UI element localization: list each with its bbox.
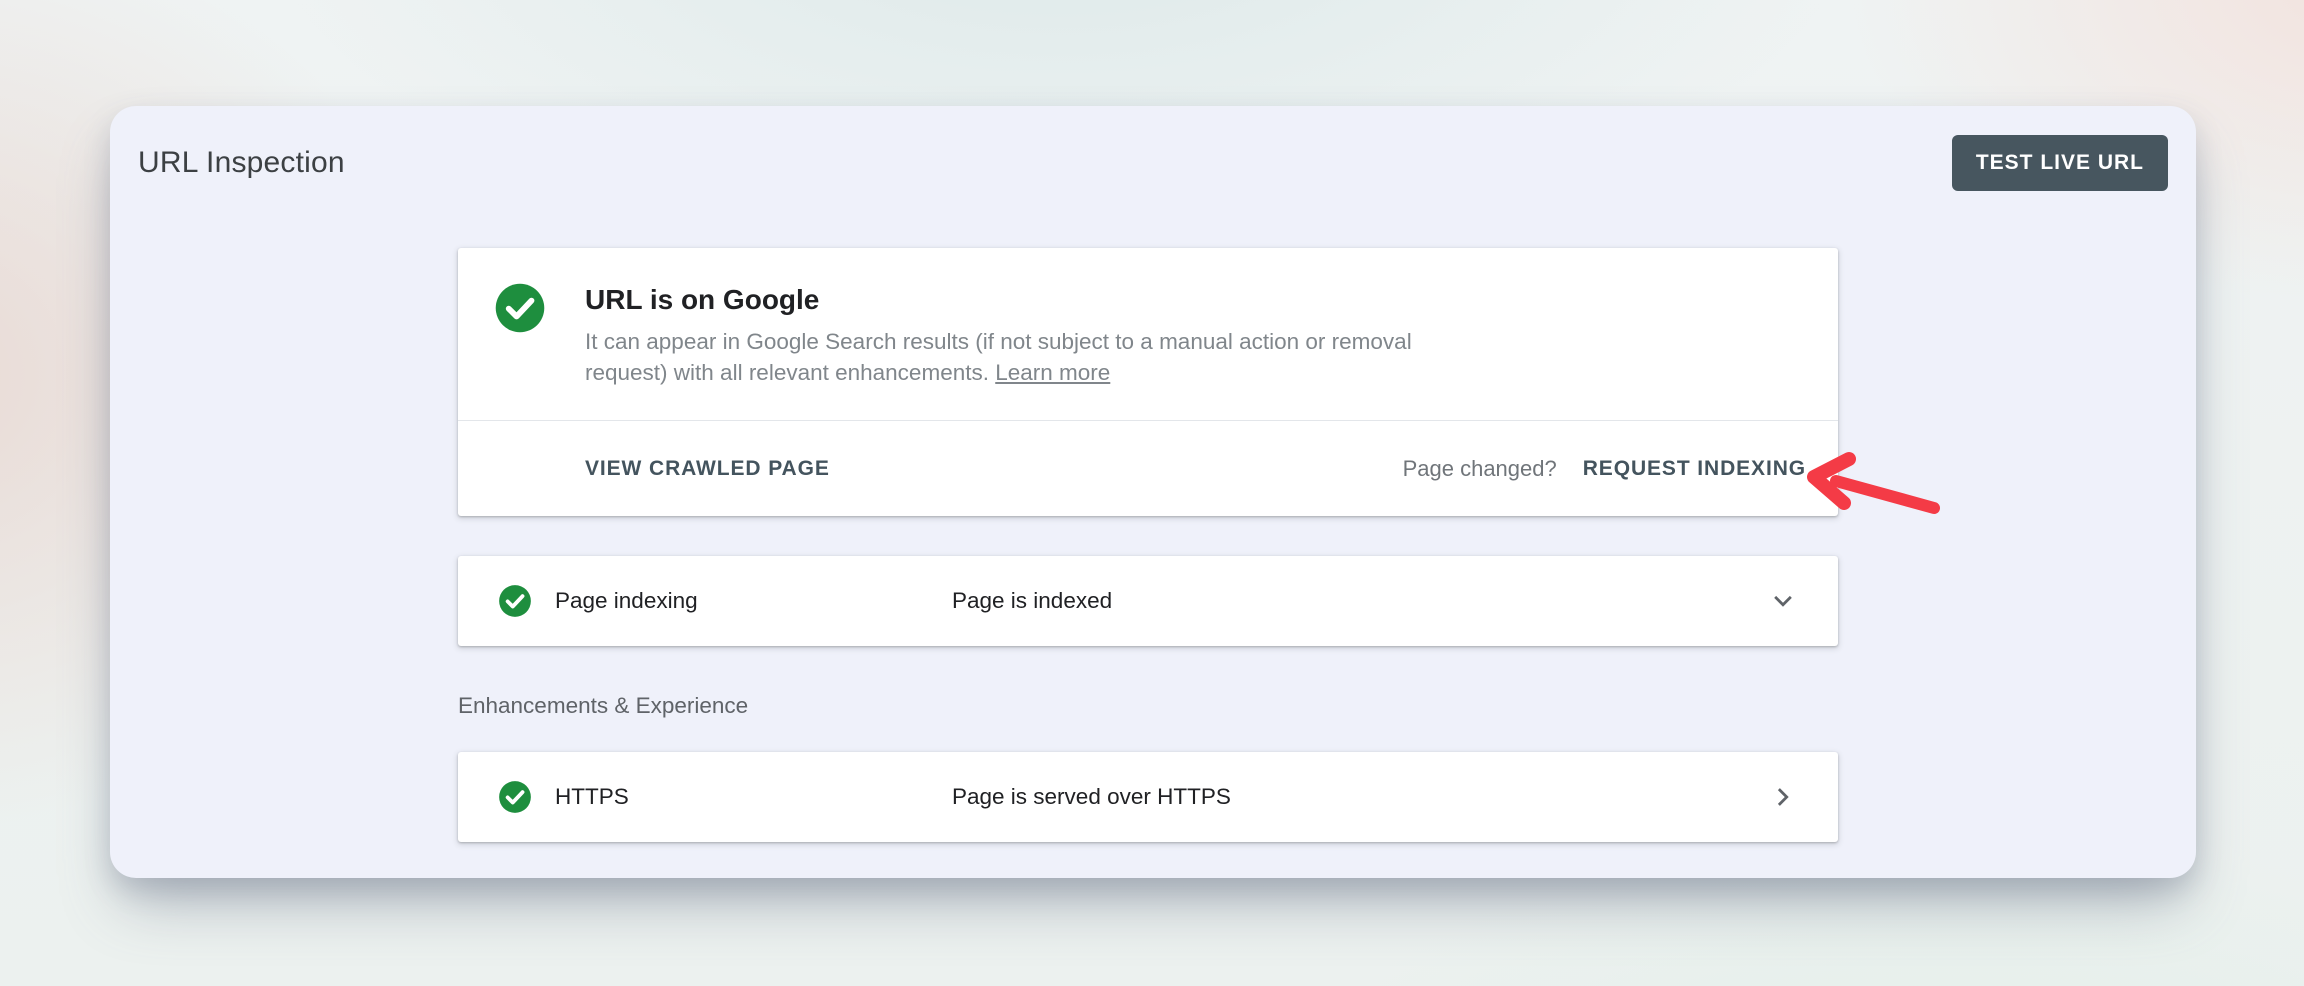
request-indexing-button[interactable]: REQUEST INDEXING [1583,457,1806,481]
verdict-title: URL is on Google [585,284,819,316]
verdict-actions-right: Page changed? REQUEST INDEXING [1403,456,1806,482]
desktop-background: URL Inspection TEST LIVE URL URL is on G… [0,0,2304,986]
view-crawled-page-button[interactable]: VIEW CRAWLED PAGE [585,457,830,481]
verdict-description: It can appear in Google Search results (… [585,326,1477,388]
chevron-down-icon[interactable] [1768,586,1798,616]
page-changed-label: Page changed? [1403,456,1557,482]
https-label: HTTPS [555,784,629,810]
enhancements-section-label: Enhancements & Experience [458,693,748,719]
verdict-main: URL is on Google It can appear in Google… [458,248,1838,420]
url-inspection-panel: URL Inspection TEST LIVE URL URL is on G… [110,106,2196,878]
page-indexing-row[interactable]: Page indexing Page is indexed [458,556,1838,646]
learn-more-link[interactable]: Learn more [995,360,1110,385]
verdict-card: URL is on Google It can appear in Google… [458,248,1838,516]
check-circle-icon [494,282,546,334]
check-circle-icon [498,780,532,814]
https-status: Page is served over HTTPS [952,784,1231,810]
https-row[interactable]: HTTPS Page is served over HTTPS [458,752,1838,842]
page-indexing-label: Page indexing [555,588,698,614]
check-circle-icon [498,584,532,618]
chevron-right-icon[interactable] [1768,782,1798,812]
verdict-actions-bar: VIEW CRAWLED PAGE Page changed? REQUEST … [458,420,1838,516]
page-title: URL Inspection [138,146,345,180]
page-indexing-status: Page is indexed [952,588,1112,614]
test-live-url-button[interactable]: TEST LIVE URL [1952,135,2168,191]
